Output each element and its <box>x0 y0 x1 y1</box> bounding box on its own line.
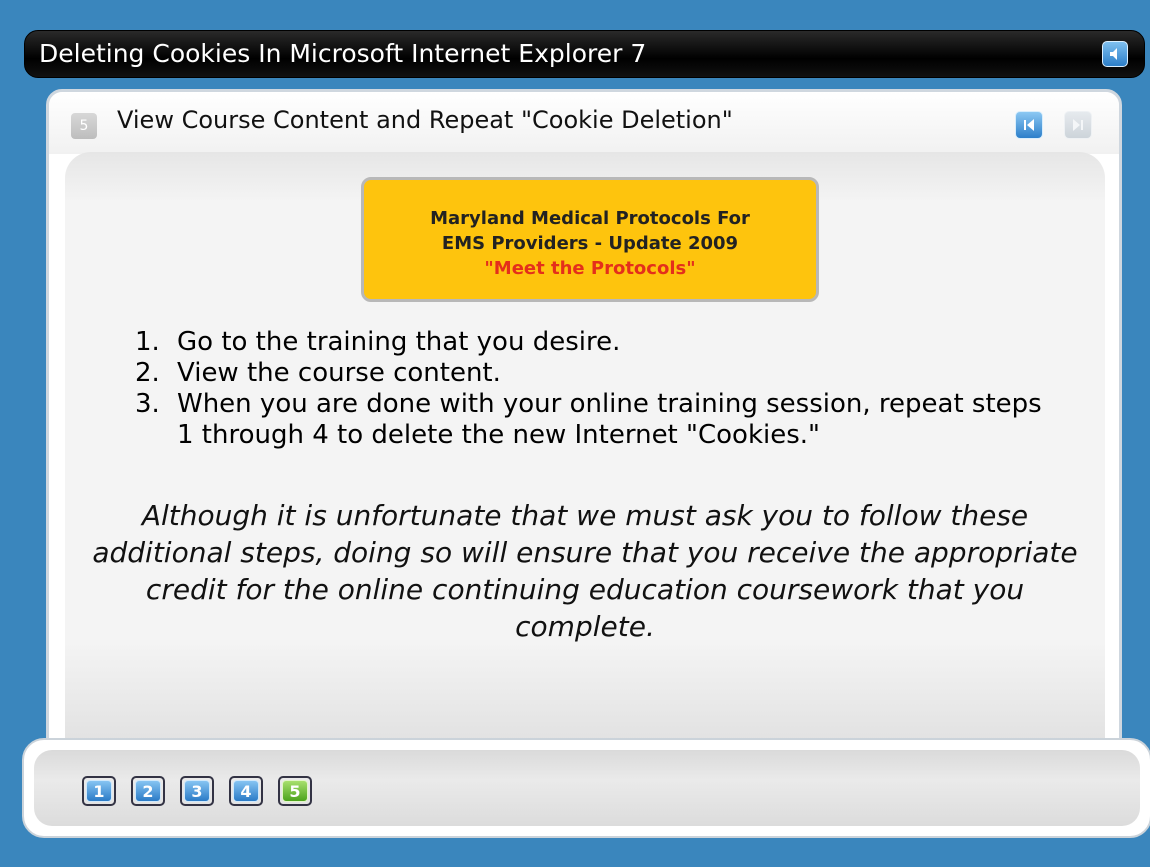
page-label: 3 <box>184 780 210 802</box>
page-button-4[interactable]: 4 <box>229 776 263 806</box>
step-number: 3. <box>135 389 160 419</box>
prev-slide-button[interactable] <box>1015 111 1043 139</box>
slide-content: Maryland Medical Protocols For EMS Provi… <box>65 152 1105 752</box>
step-item: 3. When you are done with your online tr… <box>135 389 1055 451</box>
step-text: When you are done with your online train… <box>177 389 1042 450</box>
page-buttons: 1 2 3 4 5 <box>82 776 312 806</box>
promo-line-1: Maryland Medical Protocols For <box>430 208 750 229</box>
next-arrow-icon <box>1073 119 1083 131</box>
closing-note: Although it is unfortunate that we must … <box>92 499 1078 643</box>
step-number: 2. <box>135 358 160 388</box>
page-label: 2 <box>135 780 161 802</box>
slide-title: View Course Content and Repeat "Cookie D… <box>117 106 733 134</box>
title-bar: Deleting Cookies In Microsoft Internet E… <box>24 30 1145 78</box>
course-promo-banner[interactable]: Maryland Medical Protocols For EMS Provi… <box>361 177 819 302</box>
bottom-navigation-bar: 1 2 3 4 5 <box>22 738 1150 838</box>
step-text: Go to the training that you desire. <box>177 327 621 357</box>
window-title: Deleting Cookies In Microsoft Internet E… <box>39 39 647 68</box>
slide-header: 5 View Course Content and Repeat "Cookie… <box>49 92 1119 154</box>
promo-line-3: "Meet the Protocols" <box>484 258 696 279</box>
step-item: 2. View the course content. <box>135 358 1055 389</box>
step-number: 1. <box>135 327 160 357</box>
step-text: View the course content. <box>177 358 501 388</box>
speaker-icon <box>1110 48 1117 60</box>
page-label: 4 <box>233 780 259 802</box>
page-label: 1 <box>86 780 112 802</box>
page-button-2[interactable]: 2 <box>131 776 165 806</box>
page-button-1[interactable]: 1 <box>82 776 116 806</box>
instruction-steps: 1. Go to the training that you desire. 2… <box>135 327 1055 451</box>
prev-arrow-icon <box>1024 119 1034 131</box>
slide-card: 5 View Course Content and Repeat "Cookie… <box>46 89 1122 789</box>
page-button-5[interactable]: 5 <box>278 776 312 806</box>
page-button-3[interactable]: 3 <box>180 776 214 806</box>
promo-line-2: EMS Providers - Update 2009 <box>441 233 739 254</box>
next-slide-button[interactable] <box>1064 111 1092 139</box>
page-label: 5 <box>282 780 308 802</box>
step-item: 1. Go to the training that you desire. <box>135 327 1055 358</box>
step-number-badge: 5 <box>71 113 97 139</box>
sound-button[interactable] <box>1102 41 1128 67</box>
